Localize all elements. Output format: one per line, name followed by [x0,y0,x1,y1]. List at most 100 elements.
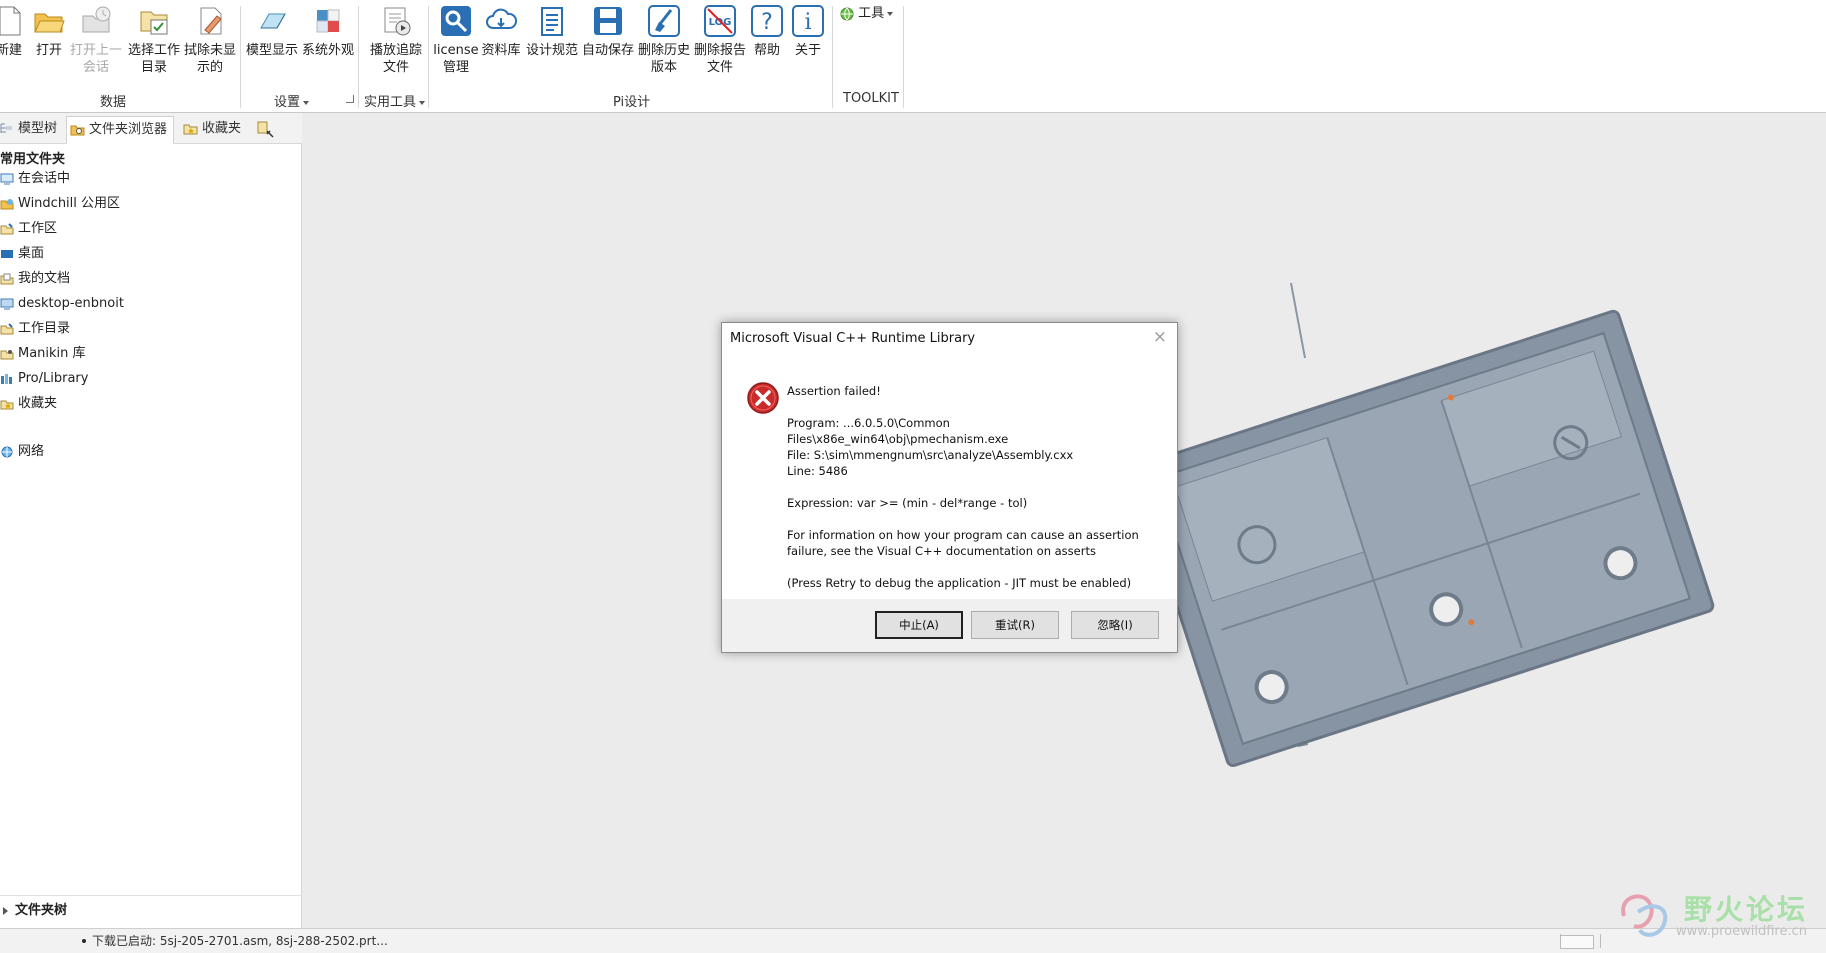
delete-log-files-label: 删除报告 文件 [693,43,746,75]
group-label-utilities[interactable]: 实用工具 [364,91,426,110]
dialog-message: Assertion failed! Program: ...6.0.5.0\Co… [787,383,1167,591]
help-button[interactable]: ? 帮助 [744,4,790,59]
folder-tree-header[interactable]: 文件夹树 [0,895,302,925]
error-icon [747,382,779,414]
ribbon-separator [832,6,833,108]
pro-library-icon [1,374,12,384]
model-display-button[interactable]: 模型显示 [246,4,298,59]
group-label-data: 数据 [100,95,127,110]
erase-not-displayed-icon [200,7,222,35]
group-label-pi-design: Pi设计 [613,95,651,110]
library-button[interactable]: 资料库 [477,4,525,59]
tree-item-label: 我的文档 [18,271,71,286]
utilities-group-text: 实用工具 [364,95,417,110]
delete-log-files-button[interactable]: LOG 删除报告 文件 [692,4,748,76]
tools-dropdown[interactable]: 工具 [840,6,894,22]
settings-group-text: 设置 [274,95,301,110]
license-manage-button[interactable]: license 管理 [431,4,481,76]
globe-icon [840,7,854,20]
favorites-icon [183,124,198,135]
play-trail-file-button[interactable]: 播放追踪 文件 [366,4,426,76]
help-icon: ? [751,5,783,37]
dialog-launcher-icon[interactable] [346,95,354,103]
runtime-error-dialog: Microsoft Visual C++ Runtime Library × A… [721,322,1178,653]
system-appearance-icon [316,9,340,33]
tab-model-tree[interactable]: 模型树 [0,116,58,144]
auto-save-label: 自动保存 [582,43,635,58]
system-appearance-button[interactable]: 系统外观 [302,4,354,59]
tree-item-label: Manikin 库 [18,346,86,361]
ribbon-separator [903,6,904,108]
watermark-title: 野火论坛 [1684,893,1809,926]
my-documents-icon [0,273,14,285]
model-display-label: 模型显示 [246,43,299,58]
common-folders-title: 常用文件夹 [0,152,66,167]
tree-item-in-session[interactable]: 在会话中 [0,169,70,189]
tree-item-label: Windchill 公用区 [18,196,121,211]
workspace-icon [0,223,14,235]
tree-item-label: 桌面 [18,246,45,261]
about-button[interactable]: i 关于 [785,4,831,59]
tree-item-my-documents[interactable]: 我的文档 [0,269,70,289]
watermark-url: www.proewildfire.cn [1676,924,1807,939]
dialog-footer: 中止(A) 重试(R) 忽略(I) [722,599,1177,652]
ribbon: 新建 打开 打开上一 会话 选择工作 目录 拭除未显 示的 数据 模型显示 系统… [0,0,1826,113]
tab-favorites[interactable]: 收藏夹 [180,116,248,144]
chevron-right-icon [3,907,8,915]
auto-save-icon [594,7,622,35]
svg-text:?: ? [761,10,773,35]
svg-text:i: i [804,10,811,35]
file-line: File: S:\sim\mmengnum\src\analyze\Assemb… [787,448,1074,462]
desktop-icon [1,250,13,258]
erase-not-displayed-button[interactable]: 拭除未显 示的 [180,4,240,76]
svg-text:LOG: LOG [709,17,732,28]
tree-item-computer[interactable]: desktop-enbnoit [0,294,124,314]
tree-item-windchill[interactable]: Windchill 公用区 [0,194,120,214]
bullet-icon [82,939,86,943]
tree-item-desktop[interactable]: 桌面 [0,244,44,264]
info-line-2: failure, see the Visual C++ documentatio… [787,544,1096,558]
delete-old-versions-label: 删除历史 版本 [637,43,690,75]
tree-item-manikin-library[interactable]: Manikin 库 [0,344,86,364]
open-last-session-button[interactable]: 打开上一 会话 [66,4,126,76]
retry-note: (Press Retry to debug the application - … [787,576,1132,590]
tree-item-label: 收藏夹 [18,396,58,411]
design-spec-button[interactable]: 设计规范 [526,4,578,59]
help-label: 帮助 [753,43,780,58]
tab-folder-browser[interactable]: 文件夹浏览器 [66,116,174,144]
ignore-button[interactable]: 忽略(I) [1071,611,1159,639]
tree-item-label: 工作区 [18,221,58,236]
design-spec-label: 设计规范 [526,43,579,58]
model-tree-icon [0,123,12,133]
tree-item-pro-library[interactable]: Pro/Library [0,369,88,389]
close-icon[interactable]: × [1153,328,1167,346]
folder-tree-title: 文件夹树 [15,903,68,918]
tree-item-network[interactable]: 网络 [0,442,44,462]
abort-button[interactable]: 中止(A) [875,611,963,639]
tree-item-workspace[interactable]: 工作区 [0,219,57,239]
tab-favorites-label: 收藏夹 [202,121,242,136]
network-icon [1,446,13,458]
selection-filter-box[interactable] [1560,935,1594,949]
open-last-session-icon [82,6,111,33]
erase-not-displayed-label: 拭除未显 示的 [183,43,236,75]
select-working-dir-button[interactable]: 选择工作 目录 [124,4,184,76]
license-manage-icon [441,6,471,36]
working-directory-icon [0,323,14,335]
manikin-library-icon [0,350,14,360]
expression-line: Expression: var >= (min - del*range - to… [787,496,1028,510]
group-label-settings[interactable]: 设置 [274,91,310,110]
computer-icon [0,298,14,310]
tab-model-tree-label: 模型树 [18,121,58,136]
watermark-logo-icon [1621,894,1668,937]
delete-old-versions-button[interactable]: 删除历史 版本 [636,4,692,76]
navigator-settings-icon[interactable] [256,120,276,138]
tools-dropdown-label: 工具 [858,6,885,21]
tab-folder-browser-label: 文件夹浏览器 [89,122,168,137]
tree-item-favorites[interactable]: 收藏夹 [0,394,57,414]
auto-save-button[interactable]: 自动保存 [582,4,634,59]
tree-item-working-directory[interactable]: 工作目录 [0,319,70,339]
play-trail-file-label: 播放追踪 文件 [369,43,422,75]
retry-button[interactable]: 重试(R) [971,611,1059,639]
line-number: Line: 5486 [787,464,848,478]
